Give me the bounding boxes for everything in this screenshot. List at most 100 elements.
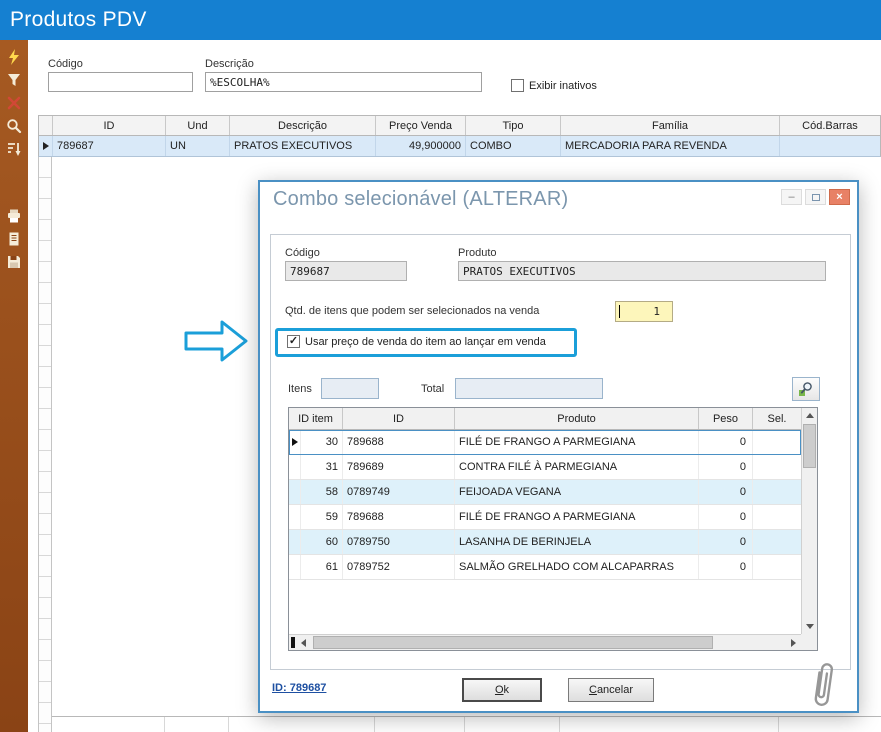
main-grid-col-und[interactable]: Und <box>166 116 230 135</box>
cell-id: 789689 <box>343 455 455 479</box>
combo-grid-row[interactable]: 61 0789752 SALMÃO GRELHADO COM ALCAPARRA… <box>289 555 801 580</box>
restore-icon <box>812 194 820 201</box>
cell-peso: 0 <box>699 455 753 479</box>
cell-id: 0789749 <box>343 480 455 504</box>
qtd-itens-label: Qtd. de itens que podem ser selecionados… <box>285 305 539 317</box>
save-icon <box>6 254 22 270</box>
cell-familia: MERCADORIA PARA REVENDA <box>561 136 780 156</box>
checkbox-unchecked-icon <box>511 79 524 92</box>
sync-button[interactable] <box>2 45 26 68</box>
paperclip-attachment-icon[interactable] <box>804 656 842 716</box>
print-button[interactable] <box>2 204 26 227</box>
exibir-inativos-checkbox[interactable]: Exibir inativos <box>511 79 597 92</box>
minimize-button[interactable]: – <box>781 189 802 205</box>
combo-grid-row[interactable]: 59 789688 FILÉ DE FRANGO A PARMEGIANA 0 <box>289 505 801 530</box>
vertical-scroll-thumb[interactable] <box>803 424 816 468</box>
vertical-scrollbar[interactable] <box>801 408 817 634</box>
dialog-content-panel: Código 789687 Produto PRATOS EXECUTIVOS … <box>270 234 851 670</box>
print-icon <box>6 208 22 224</box>
scroll-down-button[interactable] <box>802 619 817 634</box>
itens-input[interactable] <box>321 378 379 399</box>
sort-icon <box>6 141 22 157</box>
sync-icon <box>6 49 22 65</box>
main-grid-row[interactable]: 789687 UN PRATOS EXECUTIVOS 49,900000 CO… <box>38 136 881 157</box>
dialog-codigo-value: 789687 <box>290 265 330 278</box>
combo-grid-row[interactable]: 60 0789750 LASANHA DE BERINJELA 0 <box>289 530 801 555</box>
main-grid-row-selector-strip <box>38 157 52 732</box>
col-id[interactable]: ID <box>343 408 455 429</box>
scroll-left-icon <box>301 639 306 647</box>
sort-button[interactable] <box>2 137 26 160</box>
codigo-input[interactable] <box>48 72 193 92</box>
current-row-marker-icon <box>43 142 49 150</box>
combo-grid-row[interactable]: 30 789688 FILÉ DE FRANGO A PARMEGIANA 0 <box>289 430 801 455</box>
dialog-window-controls: – × <box>781 189 850 205</box>
col-peso[interactable]: Peso <box>699 408 753 429</box>
combo-grid-row[interactable]: 31 789689 CONTRA FILÉ À PARMEGIANA 0 <box>289 455 801 480</box>
main-grid-col-id[interactable]: ID <box>53 116 166 135</box>
cell-id: 789688 <box>343 505 455 529</box>
cancel-button[interactable]: Cancelar <box>568 678 654 702</box>
row-marker-cell <box>39 136 53 156</box>
col-produto[interactable]: Produto <box>455 408 699 429</box>
cell-peso: 0 <box>699 555 753 579</box>
total-input[interactable] <box>455 378 603 399</box>
cancel-button-label: Cancelar <box>589 684 633 696</box>
zoom-button[interactable] <box>2 114 26 137</box>
horizontal-scroll-thumb[interactable] <box>313 636 713 649</box>
descricao-input[interactable]: %ESCOLHA% <box>205 72 482 92</box>
main-grid-col-preco[interactable]: Preço Venda <box>376 116 466 135</box>
dialog-codigo-field[interactable]: 789687 <box>285 261 407 281</box>
id-link[interactable]: ID: 789687 <box>272 682 326 694</box>
dialog-produto-field[interactable]: PRATOS EXECUTIVOS <box>458 261 826 281</box>
cell-id: 0789750 <box>343 530 455 554</box>
cell-id-item: 61 <box>301 555 343 579</box>
cell-produto: FEIJOADA VEGANA <box>455 480 699 504</box>
horizontal-scrollbar[interactable] <box>289 634 801 650</box>
restore-button[interactable] <box>805 189 826 205</box>
clear-filter-button[interactable] <box>2 91 26 114</box>
grid-edge-marker <box>291 637 295 648</box>
cell-produto: LASANHA DE BERINJELA <box>455 530 699 554</box>
scroll-right-button[interactable] <box>786 635 801 650</box>
usar-preco-venda-label: Usar preço de venda do item ao lançar em… <box>305 336 546 348</box>
dialog-codigo-label: Código <box>285 247 320 259</box>
filter-button[interactable] <box>2 68 26 91</box>
main-grid-header: ID Und Descrição Preço Venda Tipo Famíli… <box>38 115 881 136</box>
cell-id-item: 30 <box>301 430 343 454</box>
col-id-item[interactable]: ID item <box>289 408 343 429</box>
scrollbar-corner <box>801 634 817 650</box>
main-grid-col-tipo[interactable]: Tipo <box>466 116 561 135</box>
cell-peso: 0 <box>699 430 753 454</box>
produtos-pdv-window: Produtos PDV Código Descrição %E <box>0 0 881 732</box>
row-marker-cell <box>289 455 301 479</box>
main-grid-col-barras[interactable]: Cód.Barras <box>780 116 880 135</box>
cell-produto: FILÉ DE FRANGO A PARMEGIANA <box>455 430 699 454</box>
report-button[interactable] <box>2 227 26 250</box>
scroll-left-button[interactable] <box>296 635 311 650</box>
clear-filter-icon <box>6 95 22 111</box>
dialog-produto-value: PRATOS EXECUTIVOS <box>463 265 576 278</box>
codigo-label: Código <box>48 58 83 70</box>
usar-preco-venda-checkbox[interactable]: Usar preço de venda do item ao lançar em… <box>287 335 546 348</box>
descricao-label: Descrição <box>205 58 254 70</box>
close-button[interactable]: × <box>829 189 850 205</box>
cell-sel <box>753 530 801 554</box>
report-icon <box>6 231 22 247</box>
save-button[interactable] <box>2 250 26 273</box>
cell-peso: 0 <box>699 505 753 529</box>
scroll-right-icon <box>791 639 796 647</box>
col-sel[interactable]: Sel. <box>753 408 801 429</box>
row-marker-cell <box>289 430 301 454</box>
combo-items-grid: ID item ID Produto Peso Sel. 30 789688 F… <box>288 407 818 651</box>
ok-button[interactable]: Ok <box>462 678 542 702</box>
cell-produto: CONTRA FILÉ À PARMEGIANA <box>455 455 699 479</box>
scroll-up-button[interactable] <box>802 408 817 423</box>
combo-grid-row[interactable]: 58 0789749 FEIJOADA VEGANA 0 <box>289 480 801 505</box>
search-item-button[interactable] <box>792 377 820 401</box>
main-grid-col-descricao[interactable]: Descrição <box>230 116 376 135</box>
row-marker-cell <box>289 505 301 529</box>
cell-descricao: PRATOS EXECUTIVOS <box>230 136 376 156</box>
qtd-itens-input[interactable]: 1 <box>615 301 673 322</box>
main-grid-col-familia[interactable]: Família <box>561 116 780 135</box>
